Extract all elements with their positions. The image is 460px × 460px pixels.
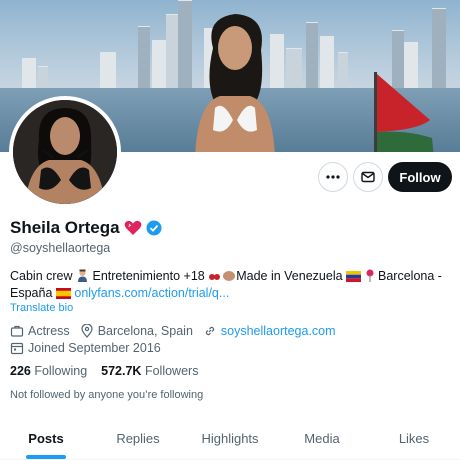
briefcase-icon [10,325,24,337]
banner-building [22,58,36,88]
following-count: 226 [10,364,31,378]
tab-highlights[interactable]: Highlights [184,418,276,459]
website-item[interactable]: soyshellaortega.com [203,324,336,338]
banner-flag-image [374,72,434,152]
joined-row: Joined September 2016 [10,341,171,355]
heart-emoji-icon [124,220,141,235]
tab-label: Media [304,431,340,446]
profile-avatar[interactable] [9,96,121,208]
flight-attendant-emoji-icon [78,269,88,282]
banner-building [100,52,116,88]
display-name: Sheila Ortega [10,218,120,237]
banner-building [152,40,166,88]
not-followed-text: Not followed by anyone you’re following [10,389,204,401]
tab-label: Posts [28,431,64,446]
banner-building [138,26,150,88]
message-button[interactable] [353,162,383,192]
follow-button[interactable]: Follow [388,162,452,192]
tab-label: Likes [398,431,430,446]
following-stat[interactable]: 226 Following [10,364,87,378]
active-tab-indicator [26,455,66,459]
translate-bio-link[interactable]: Translate bio [10,302,73,314]
profile-meta: Actress Barcelona, Spain soyshellaortega… [10,324,346,338]
more-horizontal-icon [326,175,340,179]
tab-replies[interactable]: Replies [92,418,184,459]
banner-building [306,22,318,88]
tab-likes[interactable]: Likes [368,418,460,459]
location-text: Barcelona, Spain [97,324,193,338]
website-link[interactable]: soyshellaortega.com [221,324,336,338]
profile-handle: @soyshellaortega [10,241,111,255]
tab-label: Highlights [201,431,259,446]
location-item: Barcelona, Spain [80,324,193,338]
location-icon [81,324,93,338]
followers-count: 572.7K [101,364,142,378]
tab-media[interactable]: Media [276,418,368,459]
profession-item: Actress [10,324,70,338]
banner-person-image [195,14,275,152]
bio-text: Made in Venezuela [236,269,343,283]
envelope-icon [361,171,375,183]
following-label: Following [34,364,88,378]
spain-flag-emoji-icon [55,288,71,299]
calendar-icon [10,342,24,355]
bio-text: España [10,286,53,300]
follow-stats: 226 Following 572.7K Followers [10,364,212,378]
bio-text: Cabin crew [10,269,73,283]
banner-building [320,36,334,88]
cherries-emoji-icon [209,274,221,280]
tab-label: Replies [116,431,160,446]
more-button[interactable] [318,162,348,192]
peach-emoji-icon [223,271,236,281]
name-row: Sheila Ortega [10,218,162,238]
avatar-image [13,100,117,204]
bio-link[interactable]: onlyfans.com/action/trial/q... [74,286,229,300]
banner-building [338,52,348,88]
followers-label: Followers [144,364,199,378]
joined-text: Joined September 2016 [28,341,161,355]
venezuela-flag-emoji-icon [346,271,362,282]
tab-posts[interactable]: Posts [0,418,92,459]
joined-item: Joined September 2016 [10,341,161,355]
profession-text: Actress [28,324,70,338]
location-pin-emoji-icon [366,269,374,282]
followers-stat[interactable]: 572.7K Followers [101,364,198,378]
link-icon [205,326,215,336]
profile-tabs: Posts Replies Highlights Media Likes [0,418,460,460]
profile-bio: Cabin crew Entretenimiento +18 Made in V… [10,268,455,302]
bio-text: Entretenimiento +18 [92,269,205,283]
bio-text: Barcelona - [378,269,442,283]
banner-building [38,66,48,88]
verified-badge-icon[interactable] [146,220,162,236]
